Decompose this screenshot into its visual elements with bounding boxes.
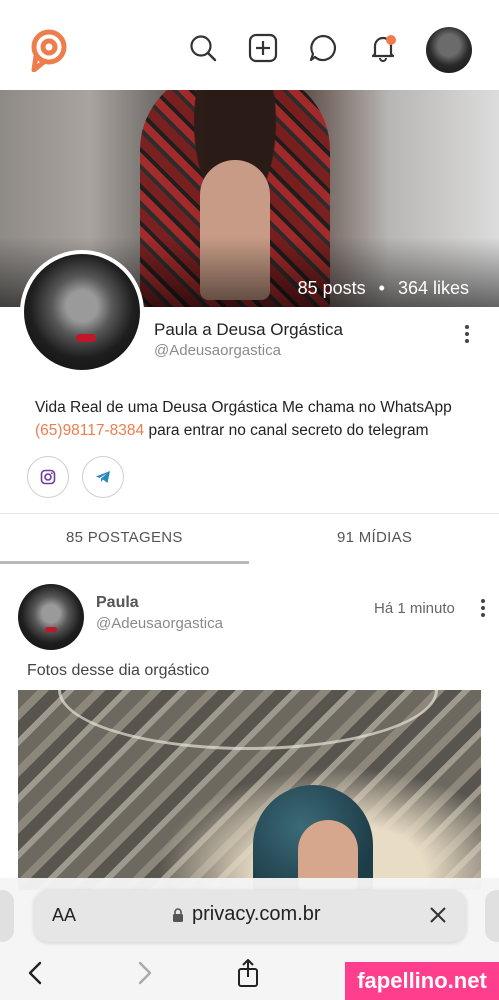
bio-text: Vida Real de uma Deusa Orgástica Me cham…: [35, 399, 452, 416]
post-timestamp: Há 1 minuto: [374, 600, 455, 617]
post-avatar[interactable]: [18, 584, 84, 650]
post-author-name[interactable]: Paula: [96, 594, 139, 612]
tab-midias[interactable]: 91 MÍDIAS: [337, 529, 412, 546]
address-bar[interactable]: AA privacy.com.br: [34, 890, 466, 942]
share-icon[interactable]: [234, 958, 262, 988]
post-image[interactable]: [18, 690, 481, 890]
posts-count: 85 posts: [297, 278, 366, 298]
user-avatar[interactable]: [426, 27, 472, 73]
instagram-button[interactable]: [27, 456, 69, 498]
profile-more-icon[interactable]: [464, 322, 470, 348]
watermark: fapellino.net: [345, 962, 499, 1000]
reader-settings-button[interactable]: AA: [52, 905, 76, 926]
profile-avatar[interactable]: [20, 250, 144, 374]
tab-postagens[interactable]: 85 POSTAGENS: [66, 529, 183, 546]
instagram-icon: [40, 469, 56, 485]
top-bar: [0, 0, 499, 90]
close-icon[interactable]: [428, 905, 448, 925]
bell-icon[interactable]: [368, 33, 398, 63]
search-icon[interactable]: [188, 33, 218, 63]
profile-stats: 85 posts • 364 likes: [298, 278, 469, 299]
post-author-username: @Adeusaorgastica: [96, 615, 223, 632]
post-caption: Fotos desse dia orgástico: [27, 662, 210, 679]
telegram-icon: [96, 471, 110, 483]
forward-icon[interactable]: [130, 958, 158, 988]
post-more-icon[interactable]: [480, 596, 486, 622]
likes-count: 364 likes: [397, 278, 469, 298]
bio-text-end: para entrar no canal secreto do telegram: [144, 422, 429, 439]
active-tab-indicator: [0, 561, 249, 564]
profile-username: @Adeusaorgastica: [154, 342, 281, 359]
stats-separator: •: [378, 278, 385, 298]
previous-tab-preview[interactable]: [0, 890, 14, 942]
bio-phone-link[interactable]: (65)98117-8384: [35, 422, 144, 439]
aa-label: AA: [52, 905, 77, 925]
privacy-logo[interactable]: [28, 28, 70, 72]
back-icon[interactable]: [22, 958, 50, 988]
url-text[interactable]: privacy.com.br: [192, 903, 321, 926]
profile-bio: Vida Real de uma Deusa Orgástica Me cham…: [35, 396, 485, 442]
chat-icon[interactable]: [308, 33, 338, 63]
add-icon[interactable]: [248, 33, 278, 63]
telegram-button[interactable]: [82, 456, 124, 498]
profile-display-name: Paula a Deusa Orgástica: [154, 320, 343, 339]
next-tab-preview[interactable]: [485, 890, 499, 942]
profile-tabs: 85 POSTAGENS 91 MÍDIAS: [0, 513, 499, 564]
lock-icon: [173, 908, 183, 922]
